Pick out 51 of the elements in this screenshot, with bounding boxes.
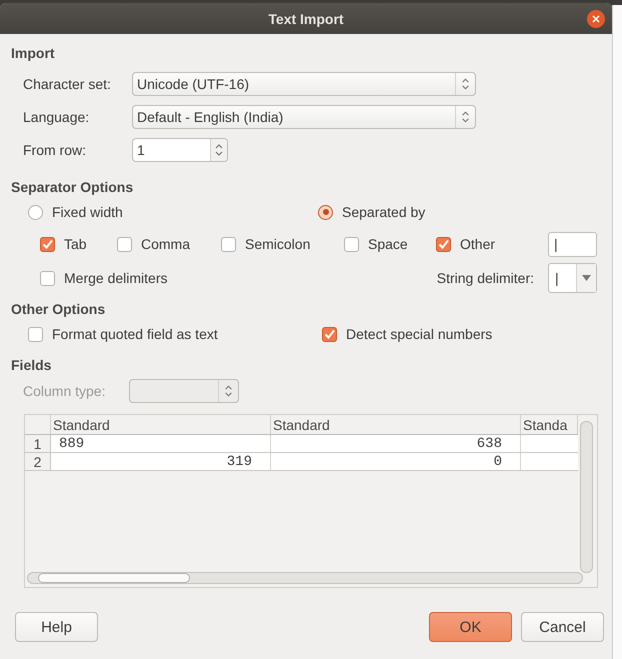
checkbox-label: Other — [460, 236, 496, 252]
section-heading: Fields — [11, 356, 52, 374]
table-cell: 0 — [271, 453, 521, 470]
table-cell: 889 — [51, 435, 271, 452]
radio-button[interactable] — [28, 204, 43, 220]
field-label: Language: — [23, 108, 90, 124]
vertical-scrollbar[interactable] — [580, 421, 593, 573]
field-label: Column type: — [23, 383, 106, 399]
checkbox[interactable] — [322, 326, 337, 342]
column-header[interactable]: Standa — [521, 415, 578, 434]
close-icon — [592, 15, 600, 23]
close-button[interactable] — [587, 10, 605, 28]
table-cell: 638 — [271, 435, 521, 452]
field-label: Character set: — [23, 76, 112, 92]
from-row-field[interactable]: 1 — [132, 138, 228, 162]
section-heading: Separator Options — [11, 178, 134, 196]
checkbox-label: Comma — [141, 236, 190, 252]
field-label: String delimiter: — [436, 270, 534, 286]
checkbox-label: Detect special numbers — [346, 326, 492, 342]
checkbox[interactable] — [40, 236, 55, 252]
language-dropdown[interactable]: Default - English (India) — [132, 104, 476, 128]
checkbox-label: Tab — [64, 236, 87, 252]
section-heading: Import — [11, 44, 56, 62]
table-cell: 319 — [51, 453, 271, 470]
radio-label: Separated by — [342, 204, 426, 220]
caret-icon — [582, 275, 591, 281]
checkbox-label: Semicolon — [245, 236, 310, 252]
checkbox-label: Format quoted field as text — [52, 326, 218, 342]
column-header[interactable]: Standard — [271, 415, 521, 434]
dialog-button[interactable]: Help — [15, 612, 98, 642]
checkbox-label: Merge delimiters — [64, 270, 168, 286]
checkbox-label: Space — [368, 236, 408, 252]
radio-label: Fixed width — [52, 204, 123, 220]
checkbox[interactable] — [117, 236, 132, 252]
field-label: From row: — [23, 142, 87, 158]
section-heading: Other Options — [11, 300, 106, 318]
radio-button[interactable] — [318, 204, 333, 220]
spin-arrows-icon[interactable] — [214, 142, 224, 158]
checkbox[interactable] — [344, 236, 359, 252]
other-separator-field[interactable]: | — [548, 232, 597, 256]
horizontal-scrollbar[interactable] — [27, 572, 583, 584]
column-header[interactable]: Standard — [51, 415, 271, 434]
checkbox[interactable] — [28, 326, 43, 342]
window-title: Text Import — [268, 10, 344, 26]
checkbox[interactable] — [221, 236, 236, 252]
checkbox[interactable] — [40, 270, 55, 286]
string-delimiter-dropdown[interactable]: | — [548, 263, 597, 293]
dialog-button[interactable]: Cancel — [521, 612, 604, 642]
checkbox[interactable] — [436, 236, 451, 252]
character-set-dropdown[interactable]: Unicode (UTF-16) — [132, 72, 476, 96]
ok-button[interactable]: OK — [429, 612, 512, 642]
